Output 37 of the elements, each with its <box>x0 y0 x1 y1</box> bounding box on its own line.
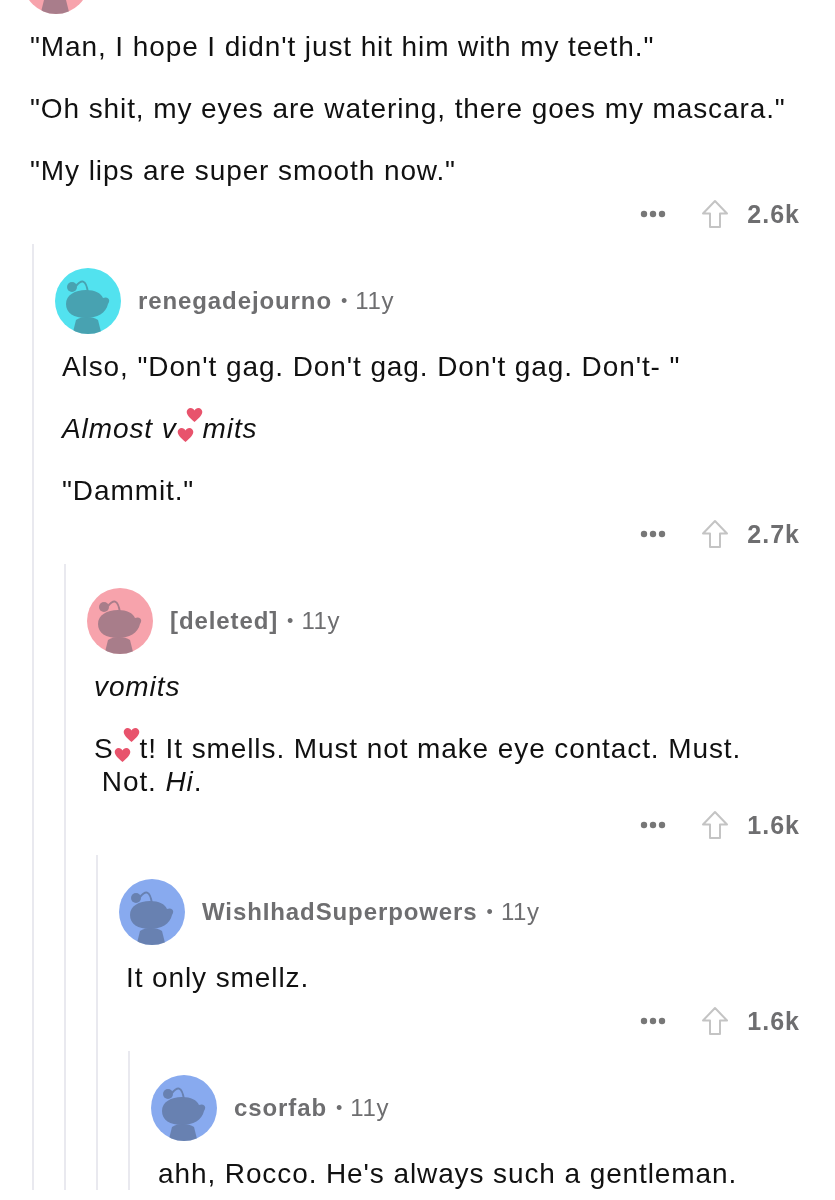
comment-age: 11y <box>350 1094 390 1122</box>
separator: • <box>486 901 493 923</box>
more-icon[interactable] <box>640 530 667 538</box>
comment-age: 11y <box>500 898 540 926</box>
vote-count: 1.6k <box>747 810 800 840</box>
heart-icon <box>185 407 203 423</box>
comment-age: 11y <box>355 287 394 315</box>
comment-text: Not. Hi. <box>101 765 203 798</box>
vote-count: 1.6k <box>747 1006 800 1036</box>
vote-count: 2.6k <box>747 199 800 229</box>
comment-text: Almost v <box>62 412 177 445</box>
comment-text: It only smellz. <box>126 961 310 994</box>
separator: • <box>336 1097 343 1119</box>
comment-text: S <box>94 732 114 765</box>
more-icon[interactable] <box>640 821 667 829</box>
comment-text: vomits <box>94 670 181 703</box>
comment-text: "Oh shit, my eyes are watering, there goes my mascara." <box>30 92 786 125</box>
more-icon[interactable] <box>640 210 667 218</box>
comment-text: mits <box>202 412 258 445</box>
username[interactable]: csorfab <box>234 1094 327 1122</box>
comment-text: "Dammit." <box>62 474 195 507</box>
vote-count: 2.7k <box>747 519 800 549</box>
heart-icon <box>176 427 194 443</box>
comment-age: 11y <box>301 607 341 635</box>
heart-icon <box>122 727 140 743</box>
more-icon[interactable] <box>640 1017 667 1025</box>
comment-text: "My lips are super smooth now." <box>30 154 456 187</box>
comment-text: ahh, Rocco. He's always such a gentleman. <box>158 1157 738 1190</box>
username[interactable]: [deleted] <box>170 607 279 635</box>
separator: • <box>340 290 348 312</box>
username[interactable]: WishIhadSuperpowers <box>202 898 478 926</box>
username[interactable]: renegadejourno <box>138 287 332 315</box>
comment-text: "Man, I hope I didn't just hit him with my teeth." <box>30 30 655 63</box>
separator: • <box>287 610 294 632</box>
comment-text: Also, "Don't gag. Don't gag. Don't gag. Don't- " <box>62 350 681 383</box>
heart-icon <box>113 747 131 763</box>
comment-text: t! It smells. Must not make eye contact. Must. <box>139 732 742 765</box>
